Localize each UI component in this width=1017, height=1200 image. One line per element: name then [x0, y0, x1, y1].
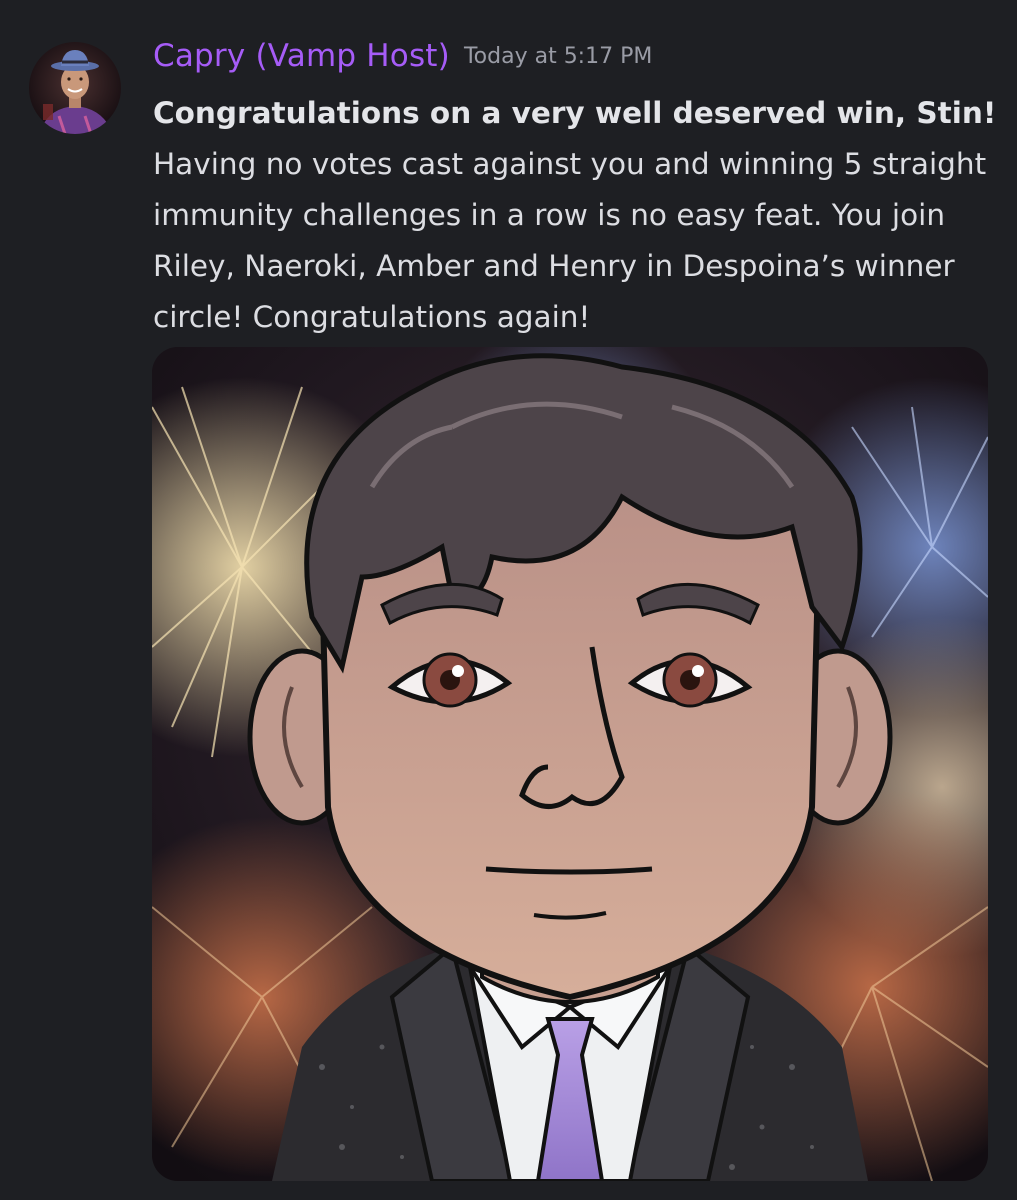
- image-attachment[interactable]: [152, 347, 988, 1181]
- chat-message: Capry (Vamp Host) Today at 5:17 PM Congra…: [0, 0, 1017, 1200]
- message-text: Having no votes cast against you and win…: [153, 147, 987, 334]
- cartoon-avatar-fireworks-image: [152, 347, 988, 1181]
- message-timestamp[interactable]: Today at 5:17 PM: [464, 44, 652, 69]
- message-bold-text: Congratulations on a very well deserved …: [153, 96, 997, 130]
- author-avatar[interactable]: [29, 42, 121, 134]
- message-content: Congratulations on a very well deserved …: [153, 88, 998, 343]
- avatar-photo-icon: [29, 42, 121, 134]
- author-name[interactable]: Capry (Vamp Host): [153, 38, 450, 74]
- message-header: Capry (Vamp Host) Today at 5:17 PM: [153, 38, 652, 74]
